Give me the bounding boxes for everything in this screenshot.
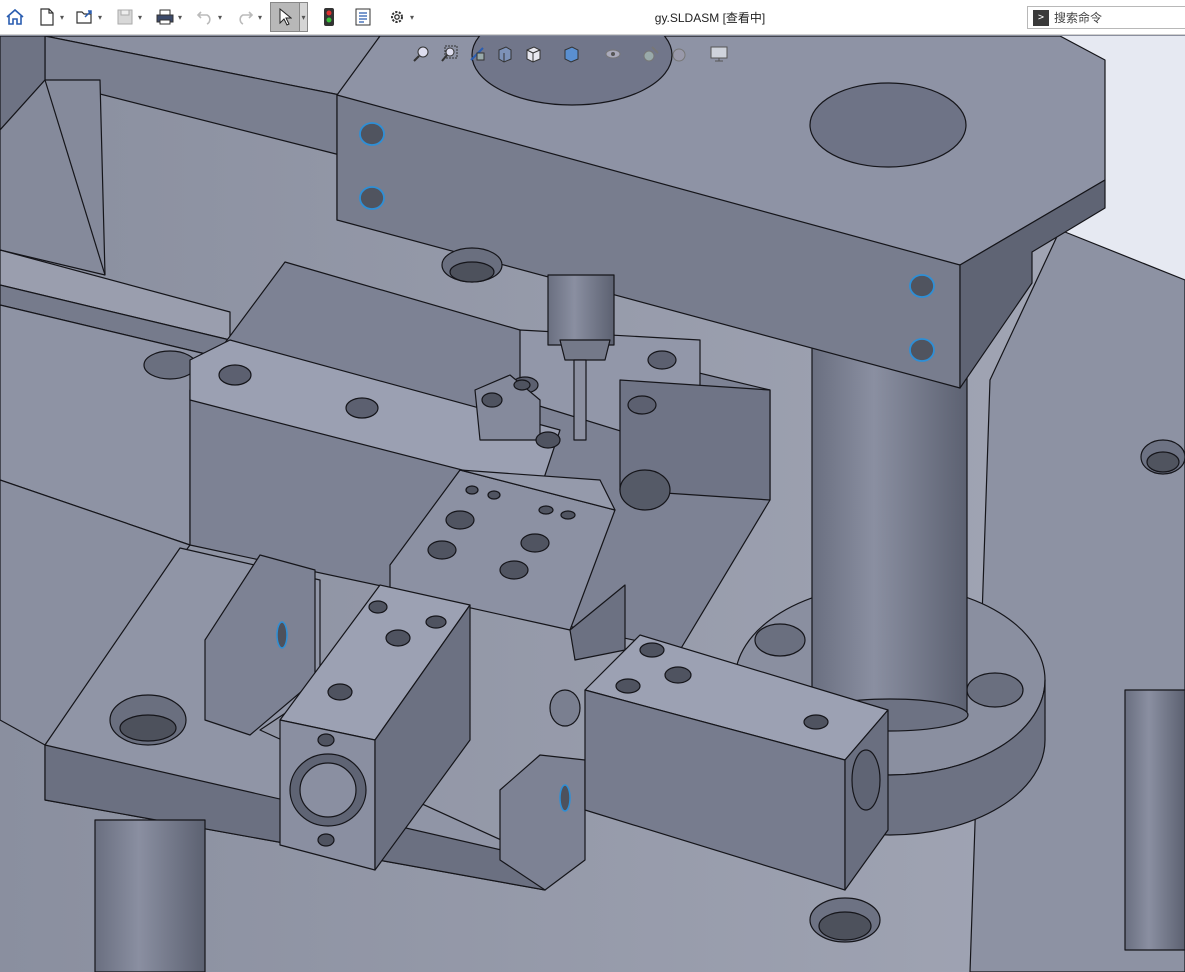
zoom-to-fit-button[interactable] [410, 43, 432, 65]
options-icon [391, 11, 403, 23]
new-dropdown[interactable]: ▾ [58, 3, 66, 31]
edit-appearance-icon [643, 46, 659, 62]
view-orientation-icon [526, 46, 541, 63]
save-button[interactable] [114, 3, 136, 31]
file-properties-button[interactable] [352, 3, 374, 31]
hide-show-items-icon [605, 49, 621, 59]
monitor-icon [710, 46, 728, 62]
redo-button[interactable] [234, 3, 256, 31]
rebuild-icon [324, 8, 334, 26]
options-dropdown[interactable]: ▾ [408, 3, 416, 31]
zoom-to-area-icon [441, 45, 458, 62]
rebuild-button[interactable] [318, 3, 340, 31]
redo-icon [239, 11, 254, 25]
command-prompt-icon: > [1033, 9, 1049, 26]
display-style-button[interactable] [560, 43, 582, 65]
display-style-icon [564, 46, 579, 63]
redo-dropdown[interactable]: ▾ [256, 3, 264, 31]
print-dropdown[interactable]: ▾ [176, 3, 184, 31]
new-document-button[interactable] [36, 3, 58, 31]
section-view-button[interactable] [494, 43, 516, 65]
zoom-to-fit-icon [413, 46, 429, 62]
undo-dropdown[interactable]: ▾ [216, 3, 224, 31]
options-button[interactable] [386, 3, 408, 31]
view-settings-button[interactable] [708, 43, 730, 65]
save-icon [117, 9, 133, 25]
file-properties-icon [355, 8, 371, 26]
open-dropdown[interactable]: ▾ [96, 3, 104, 31]
previous-view-icon [470, 47, 485, 61]
section-view-icon [498, 46, 512, 63]
zoom-to-area-button[interactable] [438, 43, 460, 65]
document-title: gy.SLDASM [查看中] [654, 11, 766, 25]
assembly-model[interactable] [0, 36, 1185, 972]
view-orientation-button[interactable] [522, 43, 544, 65]
open-button[interactable] [74, 3, 96, 31]
apply-scene-icon [672, 48, 686, 62]
heads-up-view-toolbar [410, 42, 730, 66]
open-icon [76, 10, 92, 24]
new-document-icon [40, 8, 54, 26]
select-button[interactable] [270, 2, 300, 32]
hide-show-items-button[interactable] [602, 43, 624, 65]
graphics-area[interactable] [0, 36, 1185, 972]
save-dropdown[interactable]: ▾ [136, 3, 144, 31]
undo-icon [196, 11, 211, 25]
select-dropdown[interactable]: ▾ [300, 2, 308, 32]
home-icon [6, 8, 24, 25]
edit-appearance-button[interactable] [640, 43, 662, 65]
search-commands[interactable]: > 搜索命令 [1027, 6, 1185, 29]
undo-button[interactable] [194, 3, 216, 31]
apply-scene-button[interactable] [668, 43, 690, 65]
search-placeholder: 搜索命令 [1054, 11, 1103, 25]
print-icon [156, 9, 174, 25]
home-button[interactable] [4, 3, 26, 31]
title-toolbar: ▾ ▾ ▾ ▾ ▾ ▾ ▾ ▾ gy.SLDASM [查看中] > 搜索命令 [0, 0, 1185, 35]
previous-view-button[interactable] [466, 43, 488, 65]
print-button[interactable] [154, 3, 176, 31]
select-icon [279, 8, 292, 26]
